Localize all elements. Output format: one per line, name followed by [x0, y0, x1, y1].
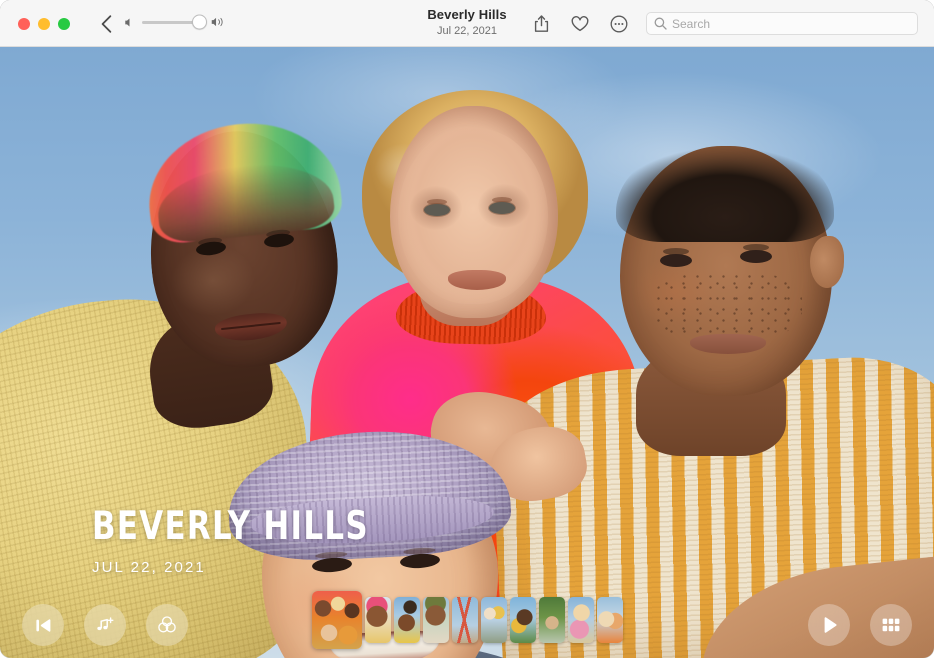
share-button[interactable]	[531, 14, 551, 34]
more-options-icon	[610, 15, 628, 33]
filmstrip-thumb[interactable]	[568, 597, 594, 643]
filmstrip-thumb[interactable]	[452, 597, 478, 643]
photos-window: Beverly Hills Jul 22, 2021	[0, 0, 934, 658]
thumb-image	[510, 597, 536, 643]
share-icon	[534, 15, 549, 33]
memory-photo-stage[interactable]: Beverly Hills Jul 22, 2021	[0, 46, 934, 658]
play-button[interactable]	[808, 604, 850, 646]
thumb-image	[481, 597, 507, 643]
more-options-button[interactable]	[609, 14, 629, 34]
speaker-low-icon	[124, 17, 135, 28]
favorite-heart-icon	[571, 16, 589, 32]
play-icon	[821, 616, 838, 634]
thumb-image	[539, 597, 565, 643]
thumb-image	[597, 597, 623, 643]
thumb-image	[365, 597, 391, 643]
thumb-image	[312, 591, 362, 649]
filmstrip-thumb[interactable]	[539, 597, 565, 643]
volume-slider-track[interactable]	[142, 21, 204, 24]
three-circles-icon	[157, 615, 177, 635]
playback-controls-left	[22, 604, 188, 646]
playback-controls-right	[808, 604, 912, 646]
thumb-image	[394, 597, 420, 643]
music-note-plus-icon	[96, 616, 115, 634]
traffic-lights	[18, 18, 70, 30]
filmstrip-thumb[interactable]	[510, 597, 536, 643]
filmstrip-thumb[interactable]	[423, 597, 449, 643]
window-toolbar: Beverly Hills Jul 22, 2021	[0, 0, 934, 47]
filmstrip-thumb[interactable]	[481, 597, 507, 643]
filmstrip-thumb[interactable]	[597, 597, 623, 643]
filmstrip-thumb-current[interactable]	[312, 591, 362, 649]
grid-icon	[882, 618, 900, 632]
add-music-button[interactable]	[84, 604, 126, 646]
magnifier-glyph	[654, 17, 667, 30]
favorite-button[interactable]	[570, 14, 590, 34]
minimize-button[interactable]	[38, 18, 50, 30]
toolbar-actions	[531, 14, 629, 34]
thumb-image	[452, 597, 478, 643]
memory-mix-button[interactable]	[146, 604, 188, 646]
search-input[interactable]	[672, 17, 910, 31]
person-right-freckles	[652, 271, 802, 341]
thumb-image	[423, 597, 449, 643]
search-field[interactable]	[646, 12, 918, 35]
grid-view-button[interactable]	[870, 604, 912, 646]
filmstrip-thumb[interactable]	[394, 597, 420, 643]
volume-control[interactable]	[124, 16, 225, 28]
person-right-eye-right	[740, 250, 772, 263]
search-icon	[654, 17, 667, 30]
chevron-left-icon	[101, 15, 112, 33]
filmstrip-thumb[interactable]	[365, 597, 391, 643]
zoom-button[interactable]	[58, 18, 70, 30]
person-right-eye-left	[660, 254, 692, 267]
back-button[interactable]	[96, 14, 116, 34]
person-center-eye-right	[489, 202, 515, 214]
skip-back-button[interactable]	[22, 604, 64, 646]
speaker-high-icon	[211, 16, 225, 28]
thumb-image	[568, 597, 594, 643]
person-center-eye-left	[424, 204, 450, 216]
person-right-ear	[810, 236, 844, 288]
volume-slider-knob[interactable]	[192, 15, 207, 30]
skip-back-icon	[35, 618, 52, 633]
close-button[interactable]	[18, 18, 30, 30]
